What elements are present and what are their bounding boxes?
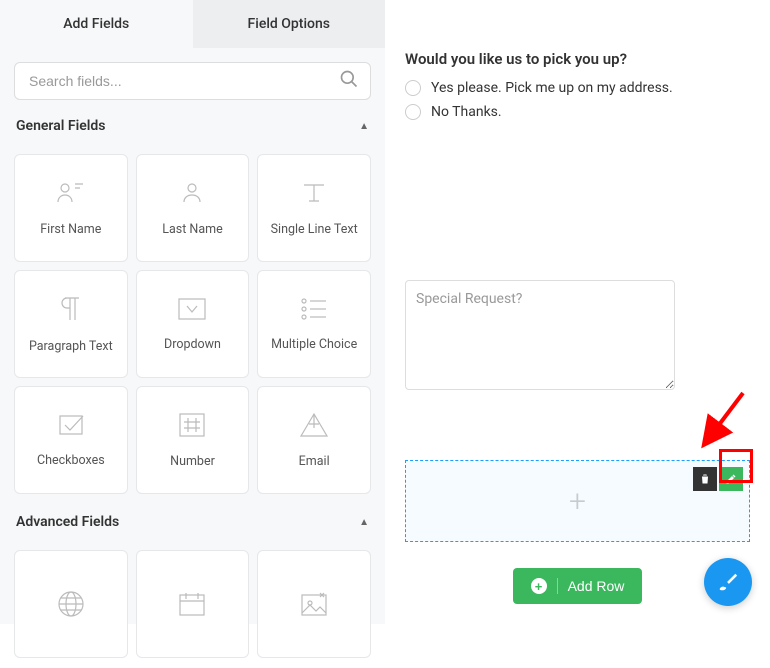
tab-field-options[interactable]: Field Options [193,0,386,48]
add-row-button[interactable]: + Add Row [513,568,643,604]
arrow-annotation [688,388,758,458]
dropzone-row[interactable]: + [405,460,750,542]
section-general-fields[interactable]: General Fields ▲ [0,108,385,144]
field-label: Number [170,454,215,469]
delete-row-button[interactable] [693,467,717,491]
radio-option[interactable]: No Thanks. [405,104,750,120]
field-label: Checkboxes [37,453,105,468]
plus-icon: + [569,484,586,519]
radio-label: No Thanks. [431,104,502,120]
field-card[interactable]: First Name [14,154,128,262]
special-request-textarea[interactable] [405,280,675,390]
add-row-label: Add Row [568,578,625,594]
field-card[interactable] [14,550,128,658]
field-label: Paragraph Text [29,339,113,354]
tab-add-fields[interactable]: Add Fields [0,0,193,48]
field-card[interactable] [136,550,250,658]
caret-up-icon: ▲ [359,121,369,132]
field-card[interactable]: Multiple Choice [257,270,371,378]
field-card[interactable]: Email [257,386,371,494]
pencil-icon [725,473,737,485]
field-card[interactable]: Dropdown [136,270,250,378]
field-card[interactable]: Single Line Text [257,154,371,262]
field-label: Dropdown [164,337,221,352]
field-label: Last Name [162,222,222,237]
section-advanced-fields[interactable]: Advanced Fields ▲ [0,504,385,540]
field-card[interactable]: Checkboxes [14,386,128,494]
radio-icon [405,80,421,96]
radio-icon [405,104,421,120]
brush-icon [717,571,739,593]
radio-label: Yes please. Pick me up on my address. [431,80,673,96]
field-label: Email [299,454,330,469]
section-title: General Fields [16,118,105,134]
edit-row-button[interactable] [719,467,743,491]
plus-circle-icon: + [531,578,547,594]
divider [557,578,558,594]
fab-button[interactable] [704,558,752,606]
field-label: First Name [40,222,101,237]
question-label: Would you like us to pick you up? [405,50,750,68]
field-card[interactable]: Paragraph Text [14,270,128,378]
field-card[interactable] [257,550,371,658]
section-title: Advanced Fields [16,514,119,530]
caret-up-icon: ▲ [359,517,369,528]
radio-option[interactable]: Yes please. Pick me up on my address. [405,80,750,96]
field-label: Multiple Choice [271,337,357,352]
search-icon [339,69,359,93]
field-card[interactable]: Number [136,386,250,494]
field-card[interactable]: Last Name [136,154,250,262]
search-input[interactable] [14,62,371,100]
trash-icon [699,473,711,485]
field-label: Single Line Text [271,222,358,237]
